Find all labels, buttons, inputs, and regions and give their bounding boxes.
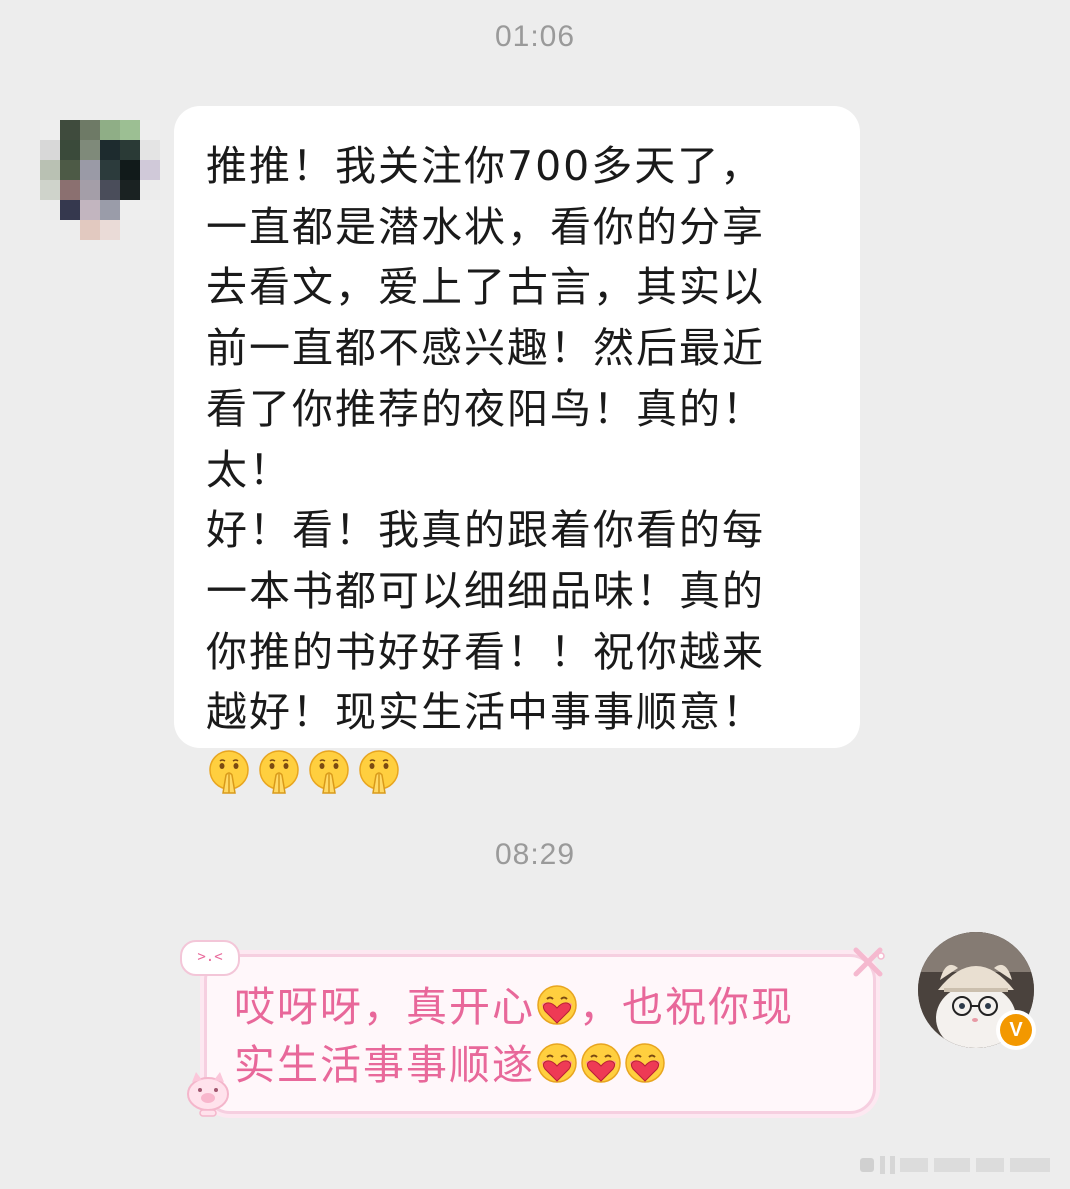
bubble-decoration-speech: >.< [180, 940, 240, 976]
heart-hug-emoji-icon [537, 985, 577, 1025]
outgoing-text-part: ，也祝你现 [579, 983, 794, 1031]
verified-badge: V [996, 1010, 1036, 1050]
incoming-message-bubble[interactable]: 推推！我关注你700多天了， 一直都是潜水状，看你的分享 去看文，爱上了古言，其… [174, 106, 860, 794]
sender-avatar-blurred[interactable] [40, 120, 160, 240]
timestamp: 01:06 [494, 20, 576, 53]
bubble-decoration-sparkle-icon [853, 947, 885, 977]
pray-emoji-icon [259, 750, 299, 794]
verified-v-icon: V [1000, 1014, 1032, 1046]
watermark-bars [860, 1156, 1050, 1174]
outgoing-message-text: 哎呀呀，真开心 ，也祝你现 实生活事事顺遂 [234, 978, 874, 1094]
pray-emoji-icon [209, 750, 249, 794]
incoming-message-text: 推推！我关注你700多天了， 一直都是潜水状，看你的分享 去看文，爱上了古言，其… [206, 142, 765, 737]
heart-hug-emoji-icon [581, 1043, 621, 1083]
outgoing-text-part: 实生活事事顺遂 [234, 1041, 535, 1089]
bubble-decoration-pig-icon [187, 1072, 229, 1117]
pray-emoji-icon [359, 750, 399, 794]
heart-hug-emoji-icon [537, 1043, 577, 1083]
timestamp: 08:29 [494, 838, 576, 871]
outgoing-text-part: 哎呀呀，真开心 [234, 983, 535, 1031]
heart-hug-emoji-icon [625, 1043, 665, 1083]
incoming-emoji-row [206, 749, 840, 795]
outgoing-message-bubble[interactable]: >.< 哎呀呀，真开心 ，也祝你现 实生活事事顺遂 [176, 938, 896, 1122]
pray-emoji-icon [309, 750, 349, 794]
